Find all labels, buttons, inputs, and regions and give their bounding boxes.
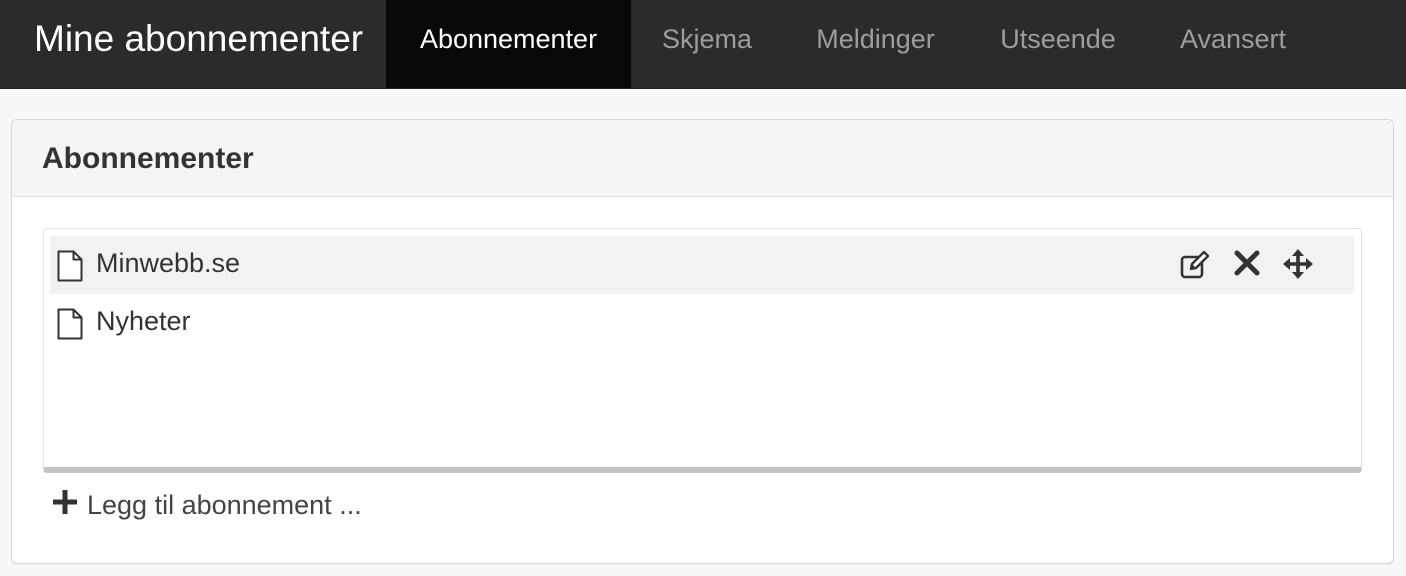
add-subscription-label: Legg til abonnement ... — [87, 490, 362, 520]
file-icon — [57, 250, 83, 282]
move-icon[interactable] — [1282, 248, 1314, 280]
file-icon — [57, 308, 83, 340]
list-item[interactable]: Minwebb.se — [50, 236, 1354, 294]
list-item-label: Minwebb.se — [96, 248, 241, 278]
edit-icon[interactable] — [1180, 250, 1212, 282]
tab-meldinger[interactable]: Meldinger — [783, 0, 968, 88]
tab-avansert[interactable]: Avansert — [1148, 0, 1318, 88]
remove-icon[interactable] — [1232, 248, 1264, 280]
top-navbar: Mine abonnementer Abonnementer Skjema Me… — [0, 0, 1406, 89]
list-item[interactable]: Nyheter — [50, 294, 1354, 352]
tab-utseende[interactable]: Utseende — [968, 0, 1148, 88]
panel-heading: Abonnementer — [12, 120, 1393, 197]
app-brand[interactable]: Mine abonnementer — [34, 0, 363, 89]
subscription-list: Minwebb.se Nyheter — [43, 228, 1362, 473]
list-item-label: Nyheter — [96, 306, 191, 336]
subscriptions-panel: Abonnementer Minwebb.se Nyheter Legg til… — [11, 119, 1394, 564]
panel-title: Abonnementer — [42, 142, 254, 175]
plus-icon — [52, 489, 78, 515]
tab-skjema[interactable]: Skjema — [631, 0, 783, 88]
tab-abonnementer[interactable]: Abonnementer — [386, 0, 631, 88]
